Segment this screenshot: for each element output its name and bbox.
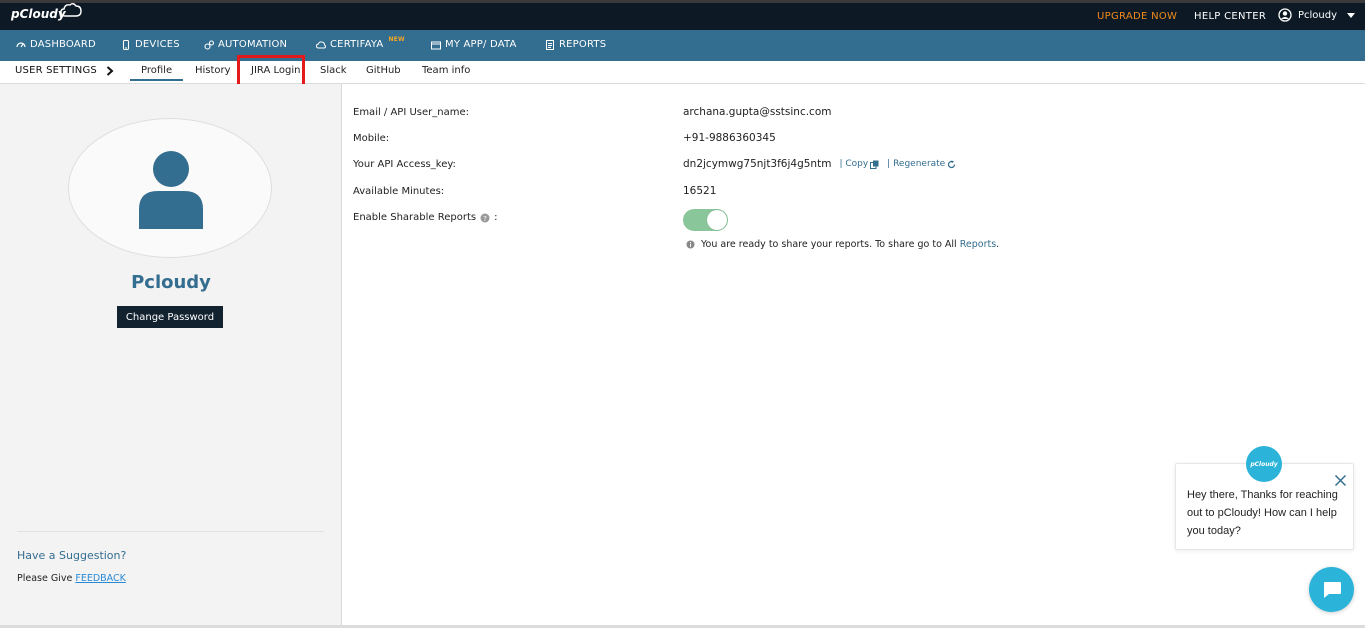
chat-bubble-icon — [1323, 581, 1341, 598]
api-key-row: dn2jcymwg75njt3f6j4g5ntm | Copy | Regene… — [683, 158, 956, 170]
settings-subnav: USER SETTINGS Profile History JIRA Login… — [0, 61, 1365, 84]
logo-text: pCloudy — [11, 7, 66, 21]
minutes-label: Available Minutes: — [353, 186, 445, 197]
upgrade-now-link[interactable]: UPGRADE NOW — [1097, 11, 1177, 22]
profile-user-name: Pcloudy — [131, 272, 211, 293]
info-icon — [686, 240, 695, 249]
nav-devices[interactable]: DEVICES — [121, 39, 180, 50]
copy-icon — [870, 160, 879, 169]
nav-dashboard[interactable]: DASHBOARD — [16, 39, 96, 50]
pcloudy-logo[interactable]: pCloudy — [11, 3, 82, 21]
user-menu-label: Pcloudy — [1298, 9, 1338, 21]
cloud-icon — [316, 40, 326, 48]
tab-history[interactable]: History — [195, 65, 231, 76]
new-badge: NEW — [388, 36, 405, 43]
mobile-value: +91-9886360345 — [683, 132, 776, 144]
chat-agent-logo: pCloudy — [1246, 446, 1282, 482]
feedback-link[interactable]: FEEDBACK — [75, 573, 126, 584]
sharable-reports-toggle[interactable] — [683, 209, 728, 231]
mobile-device-icon — [122, 39, 130, 50]
profile-sidebar: Pcloudy Change Password Have a Suggestio… — [0, 84, 342, 625]
chat-launcher-button[interactable] — [1309, 567, 1354, 612]
feedback-line: Please Give FEEDBACK — [17, 573, 126, 584]
user-avatar-icon — [1278, 8, 1292, 22]
suggestion-heading: Have a Suggestion? — [17, 549, 127, 562]
email-label: Email / API User_name: — [353, 107, 469, 118]
dashboard-icon — [16, 41, 26, 47]
minutes-value: 16521 — [683, 185, 717, 197]
sharable-reports-label: Enable Sharable Reports ? : — [353, 212, 498, 223]
share-info-note: You are ready to share your reports. To … — [686, 239, 999, 250]
reports-link[interactable]: Reports — [960, 239, 996, 250]
user-silhouette-icon — [139, 151, 203, 229]
chat-message-text: Hey there, Thanks for reaching out to pC… — [1187, 489, 1338, 537]
nav-certifaya[interactable]: CERTIFAYA NEW — [316, 36, 405, 50]
tab-slack[interactable]: Slack — [320, 65, 347, 76]
cloud-logo-icon — [60, 3, 82, 17]
caret-down-icon — [1347, 12, 1356, 18]
chevron-right-icon — [106, 66, 114, 76]
api-key-value: dn2jcymwg75njt3f6j4g5ntm — [683, 158, 832, 170]
copy-key-link[interactable]: | Copy — [839, 159, 879, 169]
help-icon[interactable]: ? — [480, 213, 490, 223]
close-icon[interactable] — [1334, 474, 1347, 487]
tab-team-info[interactable]: Team info — [422, 65, 470, 76]
tab-profile[interactable]: Profile — [130, 65, 184, 81]
svg-text:?: ? — [483, 215, 487, 223]
mobile-label: Mobile: — [353, 133, 390, 144]
tab-github[interactable]: GitHub — [366, 65, 401, 76]
top-bar: pCloudy UPGRADE NOW HELP CENTER Pcloudy — [0, 0, 1365, 30]
api-key-label: Your API Access_key: — [353, 159, 456, 170]
regenerate-key-link[interactable]: | Regenerate — [887, 159, 956, 169]
user-menu[interactable]: Pcloudy — [1278, 8, 1356, 22]
gears-icon — [204, 39, 214, 50]
nav-automation[interactable]: AUTOMATION — [204, 39, 287, 50]
nav-reports[interactable]: REPORTS — [545, 39, 606, 50]
nav-my-app-data[interactable]: MY APP/ DATA — [431, 39, 517, 50]
change-password-button[interactable]: Change Password — [117, 306, 223, 328]
folder-icon — [431, 41, 441, 49]
report-icon — [546, 39, 554, 50]
avatar — [68, 118, 272, 258]
user-settings-label: USER SETTINGS — [15, 65, 97, 76]
toggle-knob — [707, 210, 727, 230]
main-nav: DASHBOARD DEVICES AUTOMATION CERTIFAYA N… — [0, 30, 1365, 61]
email-value: archana.gupta@sstsinc.com — [683, 106, 832, 118]
help-center-link[interactable]: HELP CENTER — [1194, 11, 1266, 22]
sidebar-divider — [17, 531, 324, 532]
refresh-icon — [948, 159, 956, 168]
